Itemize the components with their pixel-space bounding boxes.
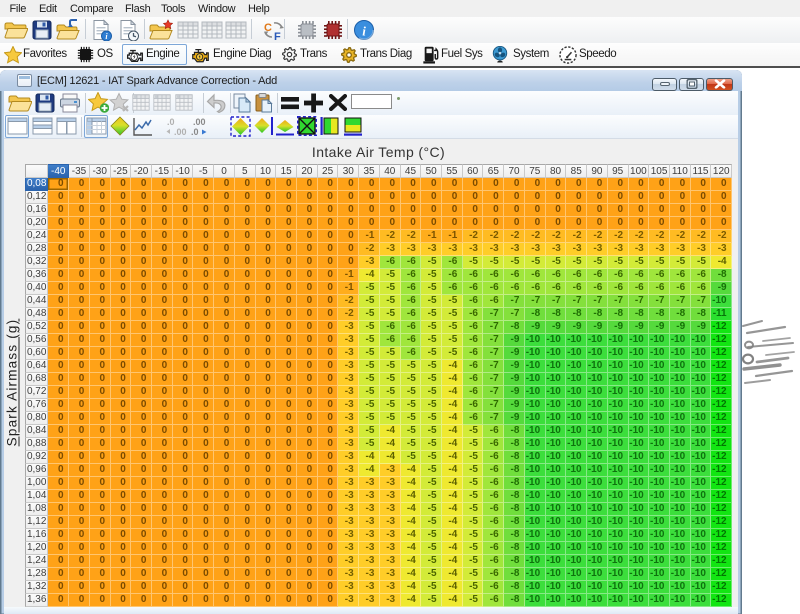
svg-text:i: i bbox=[362, 24, 366, 39]
svg-text:.0: .0 bbox=[167, 117, 175, 127]
svg-text:.00: .00 bbox=[193, 117, 206, 127]
svg-text:.0: .0 bbox=[191, 127, 199, 136]
svg-text:F: F bbox=[274, 31, 281, 41]
svg-text:.00: .00 bbox=[174, 127, 187, 136]
